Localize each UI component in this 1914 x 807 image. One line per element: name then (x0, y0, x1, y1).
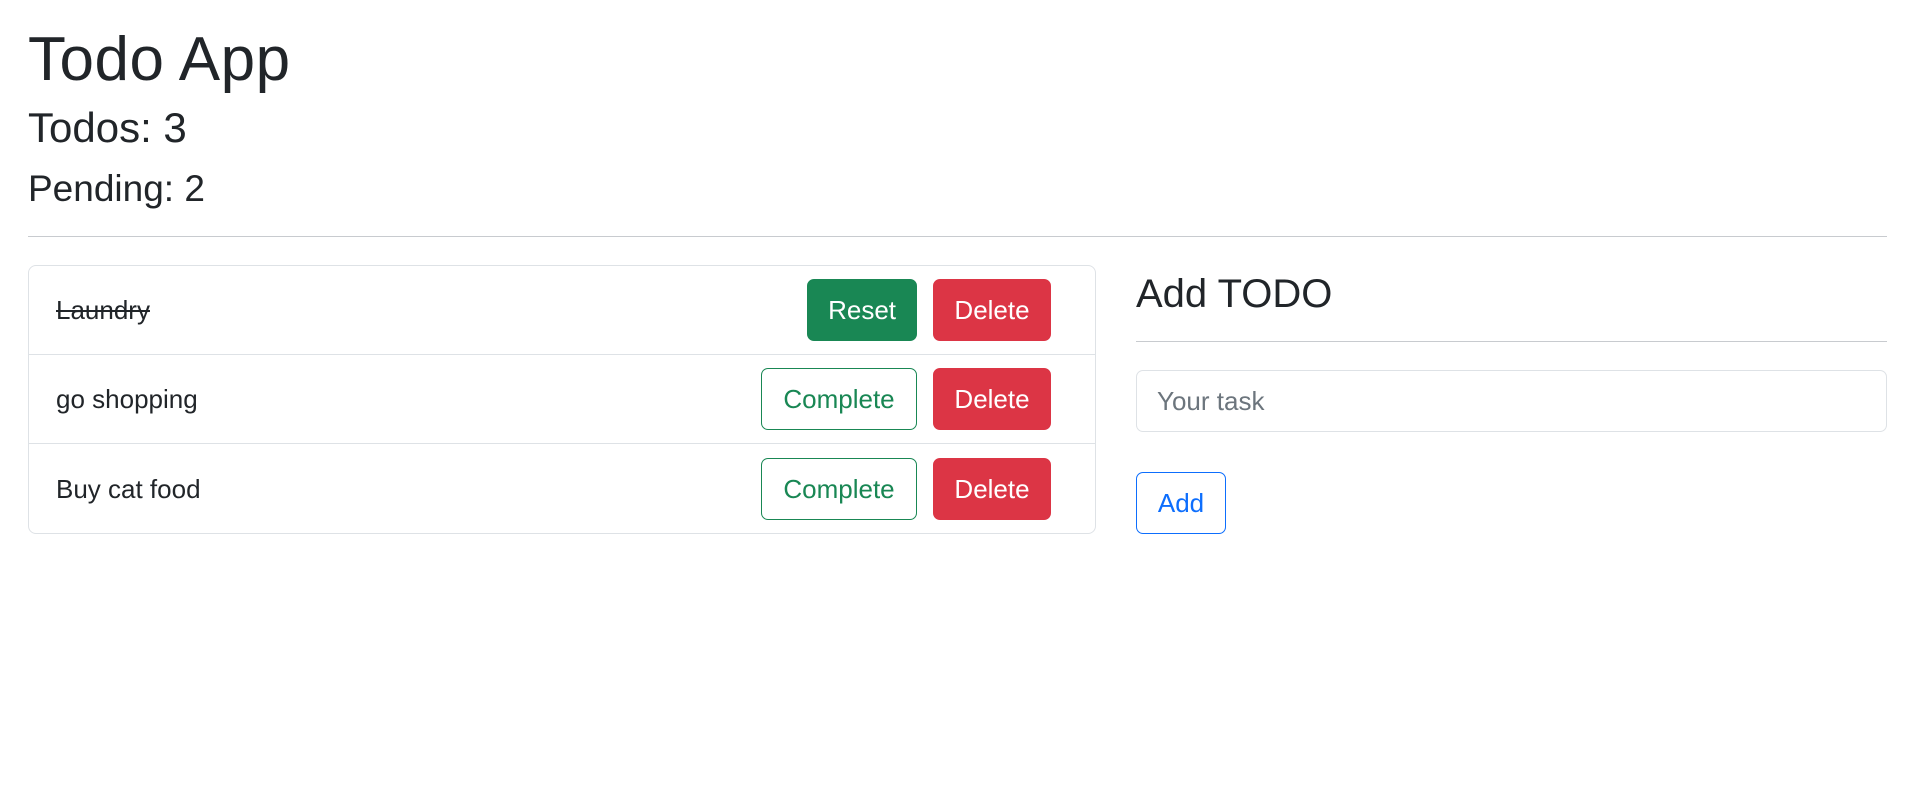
delete-button[interactable]: Delete (933, 368, 1051, 430)
complete-button[interactable]: Complete (761, 457, 917, 520)
app-container: Todo App Todos: 3 Pending: 2 Laundry Res… (0, 0, 1914, 807)
todo-item-laundry: Laundry Reset Delete (29, 266, 1095, 355)
main-row: Laundry Reset Delete go shopping Complet… (28, 265, 1887, 534)
todo-text: Buy cat food (56, 473, 201, 504)
todo-actions: Complete Delete (761, 457, 1051, 520)
todo-text: go shopping (56, 384, 198, 414)
delete-button[interactable]: Delete (933, 457, 1051, 520)
add-button[interactable]: Add (1136, 472, 1226, 534)
task-input[interactable] (1136, 370, 1887, 432)
add-button-wrap: Add (1136, 472, 1887, 534)
reset-button[interactable]: Reset (807, 279, 917, 341)
todo-actions: Reset Delete (807, 279, 1051, 341)
page-title: Todo App (28, 25, 291, 94)
pending-count: Pending: 2 (28, 168, 205, 209)
complete-button[interactable]: Complete (761, 368, 917, 430)
add-todo-panel: Add TODO Add (1136, 265, 1887, 534)
todo-item-go-shopping: go shopping Complete Delete (29, 355, 1095, 444)
delete-button[interactable]: Delete (933, 279, 1051, 341)
todo-text: Laundry (56, 295, 150, 325)
add-todo-title: Add TODO (1136, 272, 1333, 316)
todo-item-buy-cat-food: Buy cat food Complete Delete (29, 444, 1095, 533)
header-divider (28, 236, 1887, 237)
todos-count: Todos: 3 (28, 104, 187, 151)
todo-actions: Complete Delete (761, 368, 1051, 430)
add-todo-divider (1136, 341, 1887, 342)
todo-list: Laundry Reset Delete go shopping Complet… (28, 265, 1096, 534)
